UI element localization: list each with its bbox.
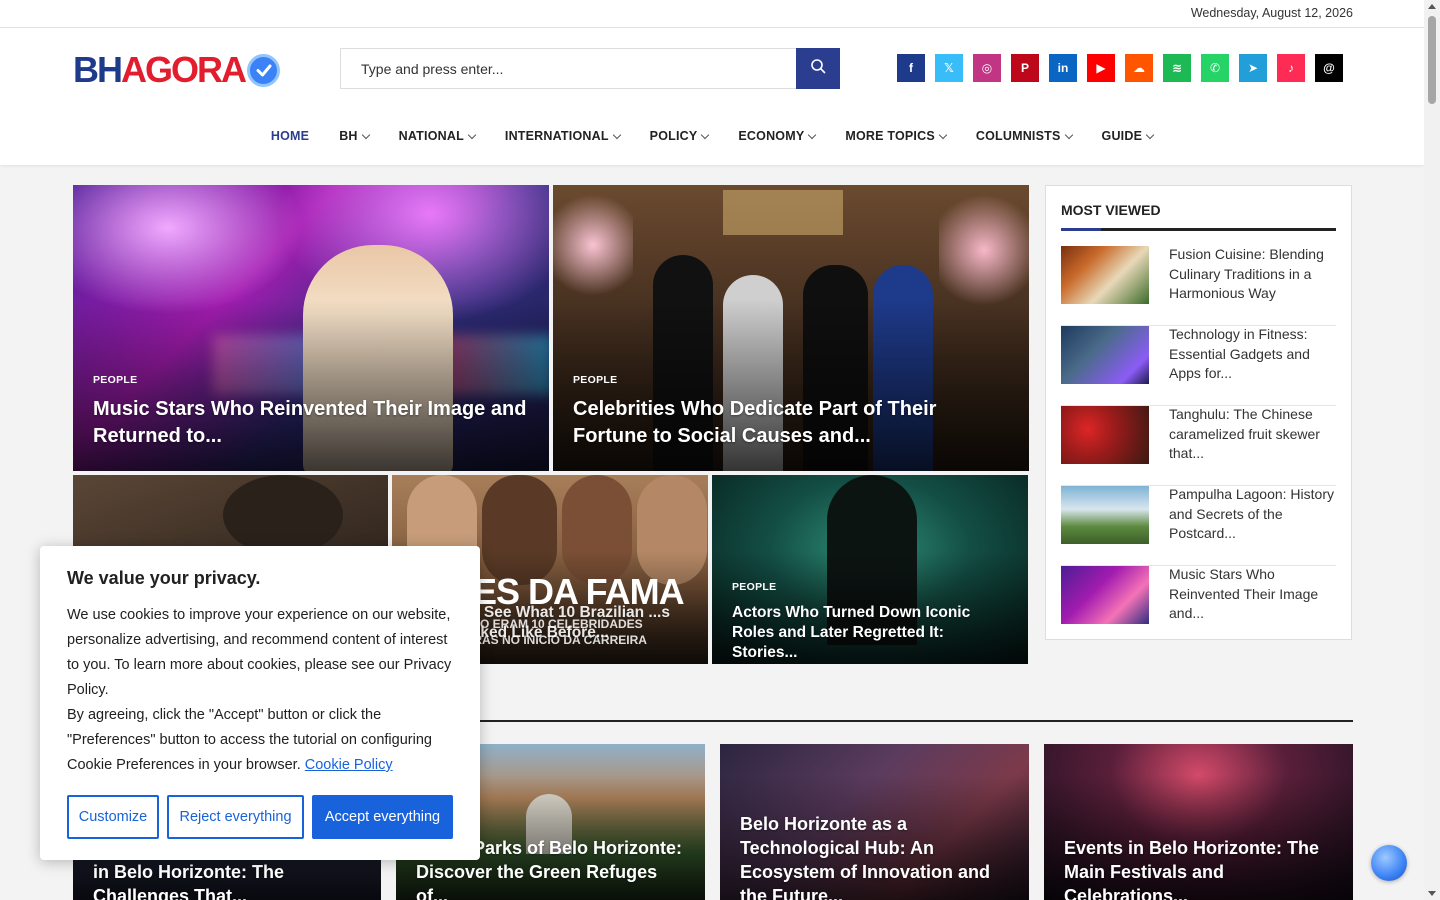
chevron-down-icon xyxy=(701,130,710,139)
chevron-down-icon xyxy=(1145,130,1155,139)
category-label: PEOPLE xyxy=(732,581,777,593)
search-button[interactable] xyxy=(796,48,840,89)
article-title[interactable]: Events in Belo Horizonte: The Main Festi… xyxy=(1064,836,1335,900)
site-logo[interactable]: BH AGORA xyxy=(73,49,280,90)
main-nav: HOME BH NATIONAL INTERNATIONAL POLICY ECONOMY… xyxy=(0,124,1424,148)
logo-text-agora: AGORA xyxy=(121,49,247,90)
page-scrollbar[interactable] xyxy=(1424,0,1440,900)
cookie-policy-link[interactable]: Cookie Policy xyxy=(305,757,393,773)
cookie-instructions: By agreeing, click the "Accept" button o… xyxy=(67,707,432,773)
whatsapp-icon[interactable]: ✆ xyxy=(1201,54,1229,82)
telegram-icon[interactable]: ➤ xyxy=(1239,54,1267,82)
accept-all-button[interactable]: Accept everything xyxy=(312,795,453,839)
article-title[interactable]: Celebrities Who Dedicate Part of Their F… xyxy=(573,396,1011,450)
threads-icon[interactable]: @ xyxy=(1315,54,1343,82)
social-links: f 𝕏 ◎ Pin ▶ ☁ ≋ ✆ ➤ ♪ @ xyxy=(897,54,1343,82)
cookie-title: We value your privacy. xyxy=(67,568,261,588)
featured-article-5[interactable]: PEOPLE Actors Who Turned Down Iconic Rol… xyxy=(712,475,1028,664)
article-title[interactable]: Fusion Cuisine: Blending Culinary Tradit… xyxy=(1169,245,1337,304)
most-viewed-item[interactable]: Tanghulu: The Chinese caramelized fruit … xyxy=(1061,406,1336,486)
facebook-icon[interactable]: f xyxy=(897,54,925,82)
chevron-down-icon xyxy=(361,130,370,139)
article-title[interactable]: Tanghulu: The Chinese caramelized fruit … xyxy=(1169,405,1337,464)
nav-item-bh[interactable]: BH xyxy=(324,124,383,148)
article-thumbnail[interactable] xyxy=(1061,406,1149,464)
most-viewed-item[interactable]: Pampulha Lagoon: History and Secrets of … xyxy=(1061,486,1336,566)
article-title[interactable]: Technology in Fitness: Essential Gadgets… xyxy=(1169,325,1337,384)
most-viewed-item[interactable]: Fusion Cuisine: Blending Culinary Tradit… xyxy=(1061,246,1336,326)
nav-item-economy[interactable]: ECONOMY xyxy=(723,124,830,148)
article-card[interactable]: Events in Belo Horizonte: The Main Festi… xyxy=(1044,744,1353,900)
check-badge-icon xyxy=(247,53,280,87)
category-label: PEOPLE xyxy=(93,374,138,386)
category-label: PEOPLE xyxy=(573,374,618,386)
cookie-consent-banner: We value your privacy. We use cookies to… xyxy=(40,546,480,860)
article-thumbnail[interactable] xyxy=(1061,246,1149,304)
article-thumbnail[interactable] xyxy=(1061,566,1149,624)
chevron-down-icon xyxy=(1064,130,1073,139)
cookie-description: We use cookies to improve your experienc… xyxy=(67,607,452,698)
featured-article-2[interactable]: PEOPLE Celebrities Who Dedicate Part of … xyxy=(553,185,1029,471)
title-underline xyxy=(1061,228,1336,231)
scroll-down-arrow[interactable] xyxy=(1428,891,1436,896)
search-form xyxy=(340,48,840,89)
article-thumbnail[interactable] xyxy=(1061,486,1149,544)
nav-item-guide[interactable]: GUIDE xyxy=(1087,124,1169,148)
customize-button[interactable]: Customize xyxy=(67,795,159,839)
chevron-down-icon xyxy=(938,130,948,139)
most-viewed-item[interactable]: Music Stars Who Reinvented Their Image a… xyxy=(1061,566,1336,646)
featured-article-1[interactable]: PEOPLE Music Stars Who Reinvented Their … xyxy=(73,185,549,471)
article-title[interactable]: me: See What 10 Brazilian ...s Looked Li… xyxy=(452,603,690,643)
widget-title: MOST VIEWED xyxy=(1061,202,1161,218)
chevron-down-icon xyxy=(612,130,621,139)
most-viewed-widget: MOST VIEWED Fusion Cuisine: Blending Cul… xyxy=(1045,185,1352,640)
nav-item-more-topics[interactable]: MORE TOPICS xyxy=(830,124,960,148)
nav-item-national[interactable]: NATIONAL xyxy=(384,124,490,148)
site-header: BHAGORA f𝕏◎Pin▶☁≋✆➤♪@ HOMEBHNATIONALINTE… xyxy=(0,28,1424,165)
most-viewed-item[interactable]: Technology in Fitness: Essential Gadgets… xyxy=(1061,326,1336,406)
article-thumbnail[interactable] xyxy=(1061,326,1149,384)
article-title[interactable]: Pampulha Lagoon: History and Secrets of … xyxy=(1169,485,1337,544)
scrollbar-thumb[interactable] xyxy=(1428,16,1436,104)
article-card[interactable]: Belo Horizonte as a Technological Hub: A… xyxy=(720,744,1029,900)
nav-item-policy[interactable]: POLICY xyxy=(635,124,724,148)
youtube-icon[interactable]: ▶ xyxy=(1087,54,1115,82)
chevron-down-icon xyxy=(808,130,817,139)
article-title[interactable]: Actors Who Turned Down Iconic Roles and … xyxy=(732,603,1010,663)
article-title[interactable]: Belo Horizonte as a Technological Hub: A… xyxy=(740,812,1011,900)
nav-item-home[interactable]: HOME xyxy=(256,124,324,148)
search-icon xyxy=(810,58,826,79)
reject-all-button[interactable]: Reject everything xyxy=(167,795,304,839)
article-title[interactable]: Music Stars Who Reinvented Their Image a… xyxy=(93,396,531,450)
logo-text-bh: BH xyxy=(73,49,123,90)
top-bar: Wednesday, August 12, 2026 xyxy=(0,0,1424,28)
x-icon[interactable]: 𝕏 xyxy=(935,54,963,82)
instagram-icon[interactable]: ◎ xyxy=(973,54,1001,82)
gala-sign xyxy=(723,190,843,235)
linkedin-icon[interactable]: in xyxy=(1049,54,1077,82)
spotify-icon[interactable]: ≋ xyxy=(1163,54,1191,82)
nav-item-columnists[interactable]: COLUMNISTS xyxy=(961,124,1087,148)
scroll-up-arrow[interactable] xyxy=(1428,4,1436,9)
soundcloud-icon[interactable]: ☁ xyxy=(1125,54,1153,82)
current-date: Wednesday, August 12, 2026 xyxy=(1190,6,1353,20)
search-input[interactable] xyxy=(341,49,796,88)
nav-item-international[interactable]: INTERNATIONAL xyxy=(490,124,635,148)
chevron-down-icon xyxy=(467,130,477,139)
tiktok-icon[interactable]: ♪ xyxy=(1277,54,1305,82)
globe-icon[interactable] xyxy=(1371,845,1407,881)
pinterest-icon[interactable]: P xyxy=(1011,54,1039,82)
article-title[interactable]: Music Stars Who Reinvented Their Image a… xyxy=(1169,565,1337,624)
article-title[interactable]: in Belo Horizonte: The Challenges That..… xyxy=(93,860,363,900)
